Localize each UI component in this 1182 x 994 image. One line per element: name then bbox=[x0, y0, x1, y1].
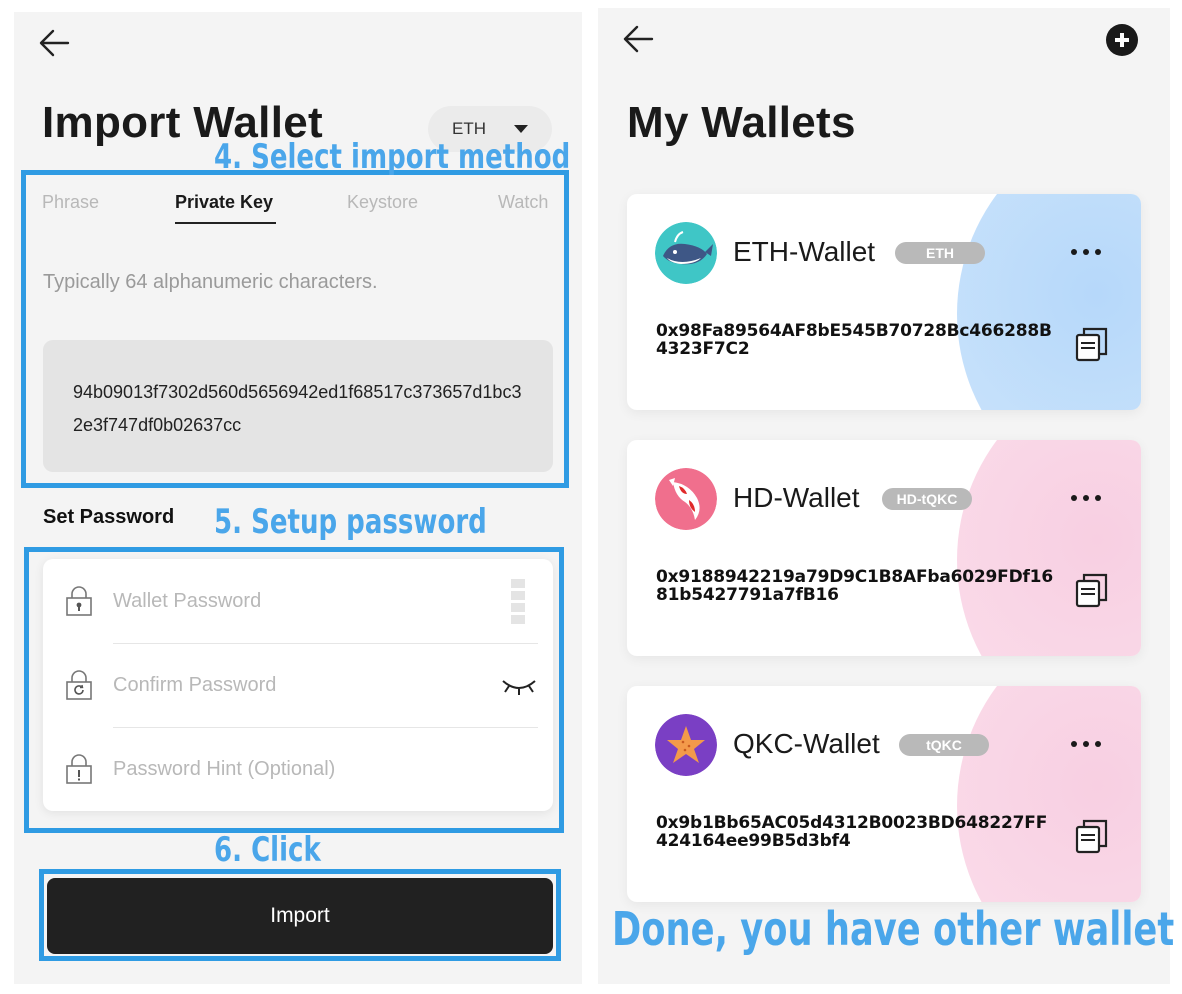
my-wallets-screen: My Wallets ETH-Wallet ETH 0x98Fa89564AF8… bbox=[598, 8, 1170, 984]
annotation-step5: 5. Setup password bbox=[214, 502, 487, 542]
card-glow bbox=[957, 194, 1141, 410]
annotation-box-import-method bbox=[21, 170, 569, 488]
card-glow bbox=[957, 686, 1141, 902]
annotation-step6: 6. Click bbox=[214, 830, 321, 870]
copy-icon[interactable] bbox=[1075, 326, 1109, 362]
annotation-box-password bbox=[24, 547, 564, 833]
copy-icon[interactable] bbox=[1075, 818, 1109, 854]
whale-icon bbox=[655, 222, 717, 284]
more-options-icon[interactable] bbox=[1071, 242, 1111, 262]
wallet-address: 0x9188942219a79D9C1B8AFba6029FDf1681b542… bbox=[656, 567, 1053, 605]
more-options-icon[interactable] bbox=[1071, 734, 1111, 754]
starfish-icon bbox=[655, 714, 717, 776]
add-wallet-button[interactable] bbox=[1106, 24, 1138, 56]
caret-down-icon bbox=[514, 125, 528, 133]
koi-fish-icon bbox=[655, 468, 717, 530]
wallet-address: 0x9b1Bb65AC05d4312B0023BD648227FF424164e… bbox=[656, 813, 1048, 851]
card-glow bbox=[957, 440, 1141, 656]
more-options-icon[interactable] bbox=[1071, 488, 1111, 508]
copy-icon[interactable] bbox=[1075, 572, 1109, 608]
wallet-card[interactable]: HD-Wallet HD-tQKC 0x9188942219a79D9C1B8A… bbox=[627, 440, 1141, 656]
wallet-name: HD-Wallet bbox=[733, 482, 860, 513]
annotation-done: Done, you have other wallet bbox=[612, 902, 1175, 956]
chain-select-value: ETH bbox=[452, 119, 486, 138]
annotation-box-import-button bbox=[39, 869, 561, 961]
wallet-address: 0x98Fa89564AF8bE545B70728Bc466288B4323F7… bbox=[656, 321, 1052, 359]
annotation-step4: 4. Select import method bbox=[214, 137, 571, 177]
chain-badge: ETH bbox=[895, 242, 985, 264]
page-title: My Wallets bbox=[627, 98, 856, 147]
wallet-name: ETH-Wallet bbox=[733, 236, 876, 267]
back-arrow-icon[interactable] bbox=[38, 26, 72, 60]
back-arrow-icon[interactable] bbox=[622, 22, 656, 56]
chain-badge: tQKC bbox=[899, 734, 989, 756]
chain-badge: HD-tQKC bbox=[882, 488, 972, 510]
wallet-card[interactable]: QKC-Wallet tQKC 0x9b1Bb65AC05d4312B0023B… bbox=[627, 686, 1141, 902]
wallet-card[interactable]: ETH-Wallet ETH 0x98Fa89564AF8bE545B70728… bbox=[627, 194, 1141, 410]
wallet-name: QKC-Wallet bbox=[733, 728, 880, 759]
set-password-label: Set Password bbox=[43, 506, 175, 528]
